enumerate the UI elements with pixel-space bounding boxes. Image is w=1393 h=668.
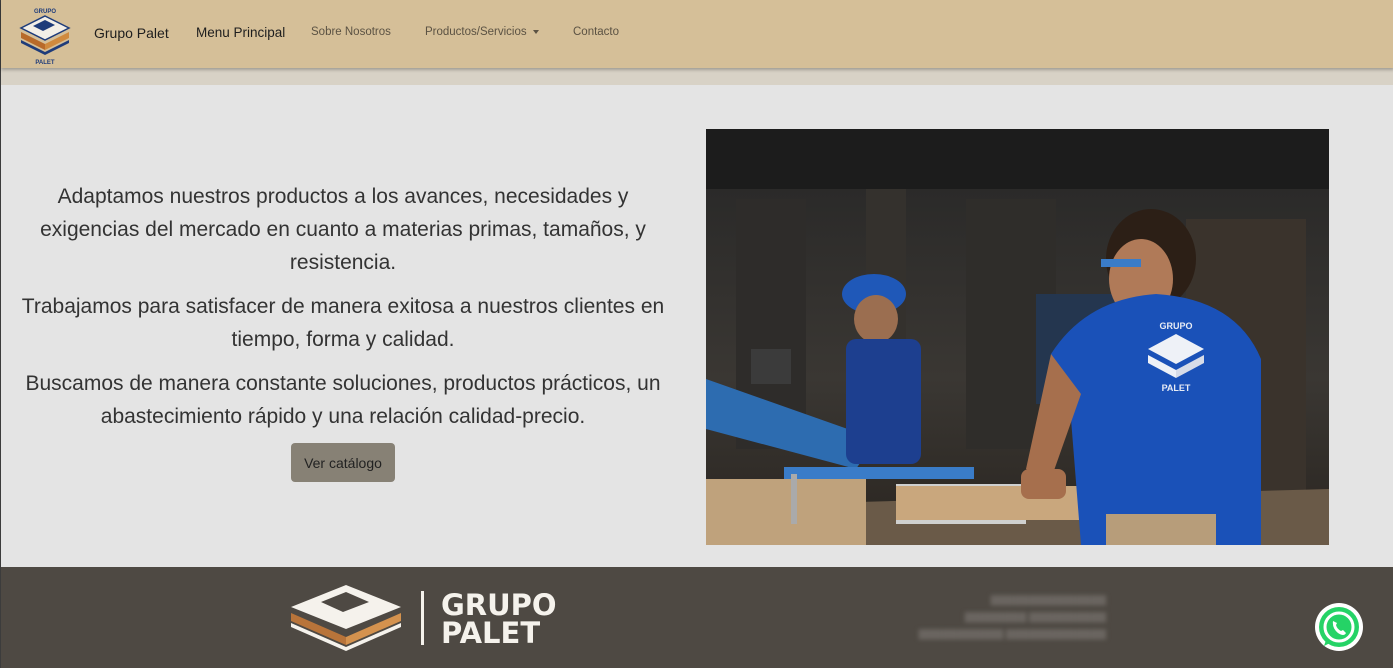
- whatsapp-icon[interactable]: [1314, 602, 1364, 652]
- nav-productos-label: Productos/Servicios: [425, 26, 527, 38]
- hero-paragraph-3: Buscamos de manera constante soluciones,…: [25, 372, 661, 428]
- footer: GRUPO PALET ▇▇▇▇▇▇▇▇▇▇▇▇▇▇▇ ▇▇▇▇▇▇▇▇ ▇▇▇…: [1, 567, 1393, 668]
- logo-top-text: GRUPO: [34, 9, 56, 15]
- footer-logo[interactable]: GRUPO PALET: [291, 585, 561, 651]
- caret-down-icon: [532, 29, 539, 34]
- hero-paragraph-1: Adaptamos nuestros productos a los avanc…: [40, 185, 646, 274]
- grupo-palet-logo[interactable]: GRUPO PALET: [9, 2, 81, 66]
- hero-text: Adaptamos nuestros productos a los avanc…: [13, 180, 673, 444]
- footer-contact-blurred: ▇▇▇▇▇▇▇▇▇▇▇▇▇▇▇ ▇▇▇▇▇▇▇▇ ▇▇▇▇▇▇▇▇▇▇ ▇▇▇▇…: [821, 592, 1106, 643]
- workshop-photo: GRUPO PALET: [706, 129, 1329, 545]
- nav-contacto[interactable]: Contacto: [573, 26, 619, 38]
- nav-menu-principal[interactable]: Menu Principal: [196, 25, 285, 40]
- hero-section: Adaptamos nuestros productos a los avanc…: [1, 85, 1393, 567]
- shirt-logo-bottom: PALET: [1162, 383, 1191, 393]
- footer-logo-line2: PALET: [441, 616, 540, 650]
- nav-productos-servicios[interactable]: Productos/Servicios: [425, 26, 539, 38]
- footer-contact-line: ▇▇▇▇▇▇▇▇ ▇▇▇▇▇▇▇▇▇▇: [964, 612, 1106, 623]
- nav-sobre-nosotros[interactable]: Sobre Nosotros: [311, 26, 391, 38]
- footer-contact-line: ▇▇▇▇▇▇▇▇▇▇▇ ▇▇▇▇▇▇▇▇▇▇▇▇▇: [918, 629, 1106, 640]
- hero-paragraph-2: Trabajamos para satisfacer de manera exi…: [21, 295, 665, 351]
- logo-bottom-text: PALET: [35, 60, 55, 66]
- ver-catalogo-button[interactable]: Ver catálogo: [291, 443, 395, 482]
- navbar-shadow-strip: [1, 68, 1393, 85]
- footer-contact-line: ▇▇▇▇▇▇▇▇▇▇▇▇▇▇▇: [990, 595, 1106, 606]
- top-navbar: GRUPO PALET Grupo Palet Menu Principal S…: [1, 0, 1393, 68]
- shirt-logo-top: GRUPO: [1159, 321, 1192, 331]
- brand-name[interactable]: Grupo Palet: [94, 25, 169, 41]
